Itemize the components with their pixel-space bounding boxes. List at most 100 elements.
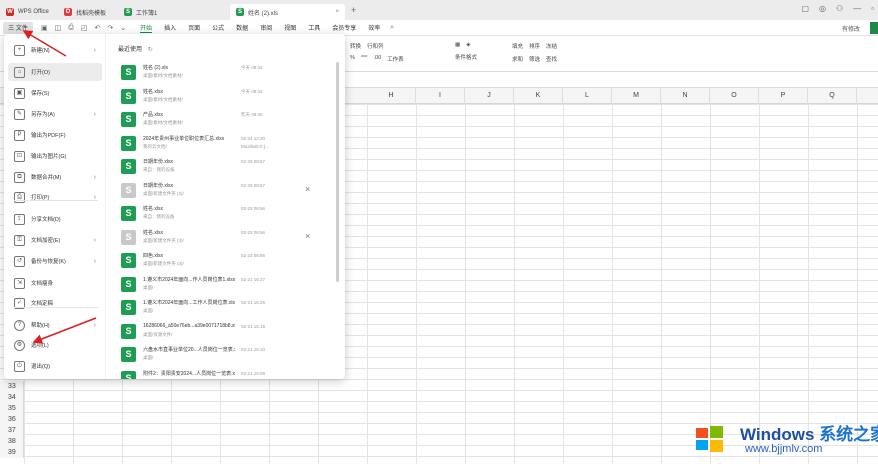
- refresh-icon[interactable]: ↻: [148, 47, 153, 53]
- column-header[interactable]: J: [465, 88, 514, 104]
- close-tab-icon[interactable]: ×: [335, 9, 339, 15]
- menu-item[interactable]: 视图: [284, 23, 296, 33]
- rows-cols-button[interactable]: 行和列: [367, 42, 384, 50]
- tab-workbook1[interactable]: S 工作簿1: [118, 4, 230, 20]
- recent-file-item[interactable]: S 产品.xlsx 桌面/素材/文档素材/昨天 08:30: [121, 109, 331, 131]
- file-menu-item-folder-open[interactable]: ⌂ 打开(O): [8, 63, 102, 81]
- tab-docer[interactable]: D 找稻壳模板: [58, 4, 118, 20]
- recent-file-item[interactable]: S 姓名.xlsx 桌面/素材/文档素材/今天 08:33: [121, 86, 331, 108]
- chevron-down-icon[interactable]: ⌄: [120, 24, 126, 32]
- share-button[interactable]: [870, 22, 878, 34]
- recent-file-item[interactable]: S 姓名.xlsx 桌面/新建文件夹 (3)/ 02-23 08:56 ×: [121, 227, 331, 249]
- menu-item[interactable]: 数据: [236, 23, 248, 33]
- file-menu-button[interactable]: 三 文件: [3, 21, 33, 34]
- recent-file-item[interactable]: S 姓名.xlsx 来自：我的设备 02-23 08:56: [121, 203, 331, 225]
- file-name: 姓名 (2).xls: [143, 65, 169, 71]
- recent-file-item[interactable]: S 2024年贵州事业单位职位表汇总.xlsx 我的云文档/02-24 12:20 M…: [121, 133, 331, 155]
- file-menu-item-backup[interactable]: ↺ 备份与恢复(K) ›: [8, 252, 102, 270]
- row-header[interactable]: 38: [0, 436, 23, 447]
- convert-button[interactable]: 转换: [350, 42, 361, 50]
- column-header[interactable]: P: [759, 88, 808, 104]
- sum-button[interactable]: 求和: [512, 55, 523, 63]
- file-name: 2024年贵州事业单位职位表汇总.xlsx: [143, 135, 225, 142]
- restore-icon[interactable]: ▫: [871, 4, 874, 13]
- tab-active-document[interactable]: S 姓名 (2).xls ×: [230, 4, 345, 20]
- menu-item[interactable]: 插入: [164, 23, 176, 33]
- search-icon[interactable]: ⌕: [390, 24, 394, 32]
- column-header[interactable]: M: [612, 88, 661, 104]
- conditional-format-button[interactable]: 条件格式: [455, 53, 477, 61]
- percent-icon[interactable]: %: [350, 55, 355, 63]
- column-header[interactable]: H: [367, 88, 416, 104]
- column-header[interactable]: K: [514, 88, 563, 104]
- pdf-icon[interactable]: ◫: [55, 24, 62, 32]
- menu-item[interactable]: 公式: [212, 23, 224, 33]
- row-header[interactable]: 36: [0, 414, 23, 425]
- column-header[interactable]: O: [710, 88, 759, 104]
- decimal-icon[interactable]: .00: [374, 55, 382, 63]
- redo-icon[interactable]: ↷: [107, 24, 113, 32]
- sort-button[interactable]: 排序: [529, 42, 540, 50]
- menu-item[interactable]: 会员专享: [332, 23, 356, 33]
- file-menu-item-new-doc[interactable]: + 新建(N) ›: [8, 41, 102, 59]
- preview-icon[interactable]: ◰: [81, 24, 88, 32]
- fill-button[interactable]: 填充: [512, 42, 523, 50]
- file-menu-item-exit[interactable]: ⏻ 退出(Q): [8, 357, 102, 375]
- file-menu-item-lock-doc[interactable]: ⚿ 文档加密(E) ›: [8, 231, 102, 249]
- column-header[interactable]: L: [563, 88, 612, 104]
- recent-file-item[interactable]: S 四色.xlsx 桌面/新建文件夹 (3)/ 02-23 08:56: [121, 250, 331, 272]
- menu-item[interactable]: 开始: [140, 23, 153, 33]
- remove-icon[interactable]: ×: [305, 231, 310, 241]
- row-header[interactable]: 33: [0, 381, 23, 392]
- recent-file-item[interactable]: S 日期年份.xlsx 桌面/新建文件夹 (3)/ 02-23 08:57 ×: [121, 180, 331, 202]
- file-menu-item-slim[interactable]: ⇲ 文档瘦身: [8, 274, 102, 292]
- file-menu-item-options[interactable]: ⚙ 选项(L): [8, 336, 102, 354]
- menu-item[interactable]: 审阅: [260, 23, 272, 33]
- file-menu-item-image-export[interactable]: ⊡ 输出为图片(G): [8, 147, 102, 165]
- new-tab-button[interactable]: +: [351, 5, 356, 15]
- find-button[interactable]: 查找: [546, 55, 557, 63]
- tab-wps-office[interactable]: W WPS Office: [0, 4, 58, 20]
- recent-file-item[interactable]: S 1.遵义市2024年面向...作人员岗位表1.xlsx 桌面/02-21 16:…: [121, 274, 331, 296]
- scrollbar[interactable]: [336, 62, 339, 282]
- row-header[interactable]: 39: [0, 447, 23, 458]
- save-icon[interactable]: ▣: [41, 24, 48, 32]
- recent-file-item[interactable]: S 1.遵义市2024年面向...工作人员岗位表.xlsx 桌面/02-21 16:…: [121, 297, 331, 319]
- recent-file-item[interactable]: S 附件2：贵阳贵安2024...人员岗位一览表.xlsx 02-21 16:09: [121, 368, 331, 379]
- file-menu-item-save-as[interactable]: ✎ 另存为(A) ›: [8, 105, 102, 123]
- file-menu-item-print[interactable]: ⎙ 打印(P) ›: [8, 188, 102, 206]
- row-header[interactable]: 35: [0, 403, 23, 414]
- row-header[interactable]: 34: [0, 392, 23, 403]
- recent-file-item[interactable]: S 16286066_a50e76eb...a39e0071718b8.xls 桌面…: [121, 321, 331, 343]
- menu-item[interactable]: 效率: [368, 23, 380, 33]
- file-menu-item-finalize[interactable]: ✓ 文档定稿: [8, 294, 102, 312]
- remove-icon[interactable]: ×: [305, 184, 310, 194]
- row-header[interactable]: 37: [0, 425, 23, 436]
- thousands-icon[interactable]: ⁰⁰⁰: [361, 55, 368, 63]
- table-style-icon[interactable]: ▦: [455, 42, 460, 48]
- menu-item[interactable]: 工具: [308, 23, 320, 33]
- worksheet-button[interactable]: 工作表: [387, 55, 404, 63]
- column-header[interactable]: I: [416, 88, 465, 104]
- file-menu-item-share[interactable]: ⇪ 分享文档(D): [8, 210, 102, 228]
- account-icon[interactable]: ⚇: [836, 4, 843, 13]
- recent-file-item[interactable]: S 姓名 (2).xls 桌面/素材/文档素材/今天 08:33: [121, 62, 331, 84]
- filter-button[interactable]: 筛选: [529, 55, 540, 63]
- column-header[interactable]: N: [661, 88, 710, 104]
- freeze-button[interactable]: 冻结: [546, 42, 557, 50]
- cell-style-icon[interactable]: ◈: [466, 42, 470, 48]
- print-icon[interactable]: ⎙: [68, 24, 74, 32]
- layout-icon[interactable]: ▢: [801, 4, 809, 13]
- collab-status[interactable]: 有修改: [842, 24, 860, 33]
- recent-file-item[interactable]: S 六盘水市直事业单位20...人员岗位一览表.xls 桌面/02-21 16:10: [121, 344, 331, 366]
- minimize-icon[interactable]: —: [853, 4, 861, 13]
- undo-icon[interactable]: ↶: [94, 24, 100, 32]
- column-header[interactable]: Q: [808, 88, 857, 104]
- file-menu-item-pdf[interactable]: P 输出为PDF(F): [8, 126, 102, 144]
- file-menu-item-save[interactable]: ▣ 保存(S): [8, 84, 102, 102]
- menu-item[interactable]: 页面: [188, 23, 200, 33]
- skin-icon[interactable]: ◎: [819, 4, 826, 13]
- file-menu-item-merge[interactable]: ⧉ 数据合并(M) ›: [8, 168, 102, 186]
- recent-file-item[interactable]: S 日期年份.xlsx 来自：我的设备 02-23 08:57: [121, 156, 331, 178]
- file-menu-item-help[interactable]: ? 帮助(H) ›: [8, 316, 102, 334]
